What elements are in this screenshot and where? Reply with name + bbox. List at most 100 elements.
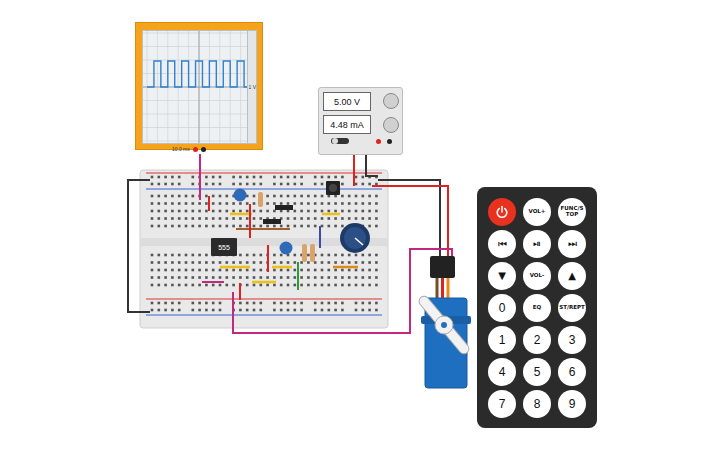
remote-key[interactable]: 8	[523, 390, 551, 418]
hole	[355, 217, 358, 220]
hole	[341, 276, 344, 279]
hole	[266, 210, 269, 213]
hole	[260, 309, 263, 312]
hole	[246, 269, 249, 272]
hole	[219, 176, 222, 179]
hole	[375, 254, 378, 257]
hole	[375, 302, 378, 305]
hole	[273, 195, 276, 198]
power-button[interactable]	[488, 198, 516, 226]
remote-key[interactable]: ⏮	[488, 230, 516, 258]
hole	[198, 217, 201, 220]
power-switch[interactable]	[331, 138, 349, 144]
hole	[232, 176, 235, 179]
pushbutton[interactable]	[326, 181, 340, 195]
hole	[307, 284, 310, 287]
remote-key[interactable]: 4	[488, 358, 516, 386]
current-knob[interactable]	[383, 117, 399, 133]
hole	[185, 202, 188, 205]
hole	[212, 225, 215, 228]
hole	[226, 276, 229, 279]
hole	[164, 309, 167, 312]
hole	[205, 217, 208, 220]
voltage-knob[interactable]	[383, 93, 399, 109]
hole	[232, 225, 235, 228]
hole	[212, 276, 215, 279]
remote-key[interactable]: ▼	[488, 262, 516, 290]
hole	[192, 269, 195, 272]
servo-lead	[447, 278, 450, 300]
hole	[260, 302, 263, 305]
hole	[171, 217, 174, 220]
hole	[246, 210, 249, 213]
hole	[219, 183, 222, 186]
remote-key[interactable]: ST/REPT	[558, 294, 586, 322]
hole	[198, 269, 201, 272]
hole	[164, 183, 167, 186]
hole	[246, 217, 249, 220]
hole	[185, 195, 188, 198]
hole	[253, 217, 256, 220]
ground-terminal-icon[interactable]	[201, 147, 206, 152]
remote-key[interactable]: EQ	[523, 294, 551, 322]
supply-ground-wire	[366, 155, 378, 176]
hole	[294, 210, 297, 213]
hole	[178, 309, 181, 312]
hole	[232, 284, 235, 287]
hole	[273, 202, 276, 205]
hole	[198, 302, 201, 305]
oscilloscope[interactable]: 1 V	[135, 22, 263, 150]
hole	[253, 261, 256, 264]
key-label: 3	[569, 334, 576, 347]
hole	[246, 309, 249, 312]
negative-terminal-icon[interactable]	[387, 139, 392, 144]
key-label: VOL+	[529, 209, 546, 215]
hole	[192, 284, 195, 287]
servo-horn[interactable]	[417, 294, 471, 356]
remote-key[interactable]: 5	[523, 358, 551, 386]
remote-key[interactable]: FUNC/STOP	[558, 198, 586, 226]
hole	[368, 225, 371, 228]
remote-key[interactable]: 6	[558, 358, 586, 386]
hole	[151, 183, 154, 186]
hole	[239, 254, 242, 257]
hole	[334, 225, 337, 228]
hole	[171, 284, 174, 287]
hole	[314, 276, 317, 279]
remote-key[interactable]: ⏯	[523, 230, 551, 258]
remote-key[interactable]: 3	[558, 326, 586, 354]
probe-terminal-icon[interactable]	[193, 147, 198, 152]
positive-terminal-icon[interactable]	[376, 139, 381, 144]
hole	[198, 254, 201, 257]
hole	[375, 217, 378, 220]
hole	[280, 309, 283, 312]
hole	[253, 210, 256, 213]
key-label: ST/REPT	[559, 305, 585, 311]
remote-key[interactable]: 7	[488, 390, 516, 418]
hole	[212, 183, 215, 186]
hole	[348, 261, 351, 264]
potentiometer[interactable]	[340, 223, 370, 253]
hole	[192, 302, 195, 305]
hole	[341, 217, 344, 220]
remote-key[interactable]: VOL+	[523, 198, 551, 226]
hole	[348, 284, 351, 287]
remote-key[interactable]: 9	[558, 390, 586, 418]
hole	[171, 176, 174, 179]
hole	[300, 202, 303, 205]
remote-key[interactable]: ▲	[558, 262, 586, 290]
remote-key[interactable]: ⏭	[558, 230, 586, 258]
remote-key[interactable]: 2	[523, 326, 551, 354]
hole	[334, 176, 337, 179]
hole	[246, 284, 249, 287]
hole	[294, 269, 297, 272]
remote-key[interactable]: 0	[488, 294, 516, 322]
hole	[321, 176, 324, 179]
hole	[219, 210, 222, 213]
hole	[300, 309, 303, 312]
hole	[158, 261, 161, 264]
key-label: ⏭	[568, 239, 577, 250]
hole	[239, 210, 242, 213]
remote-key[interactable]: 1	[488, 326, 516, 354]
remote-key[interactable]: VOL-	[523, 262, 551, 290]
